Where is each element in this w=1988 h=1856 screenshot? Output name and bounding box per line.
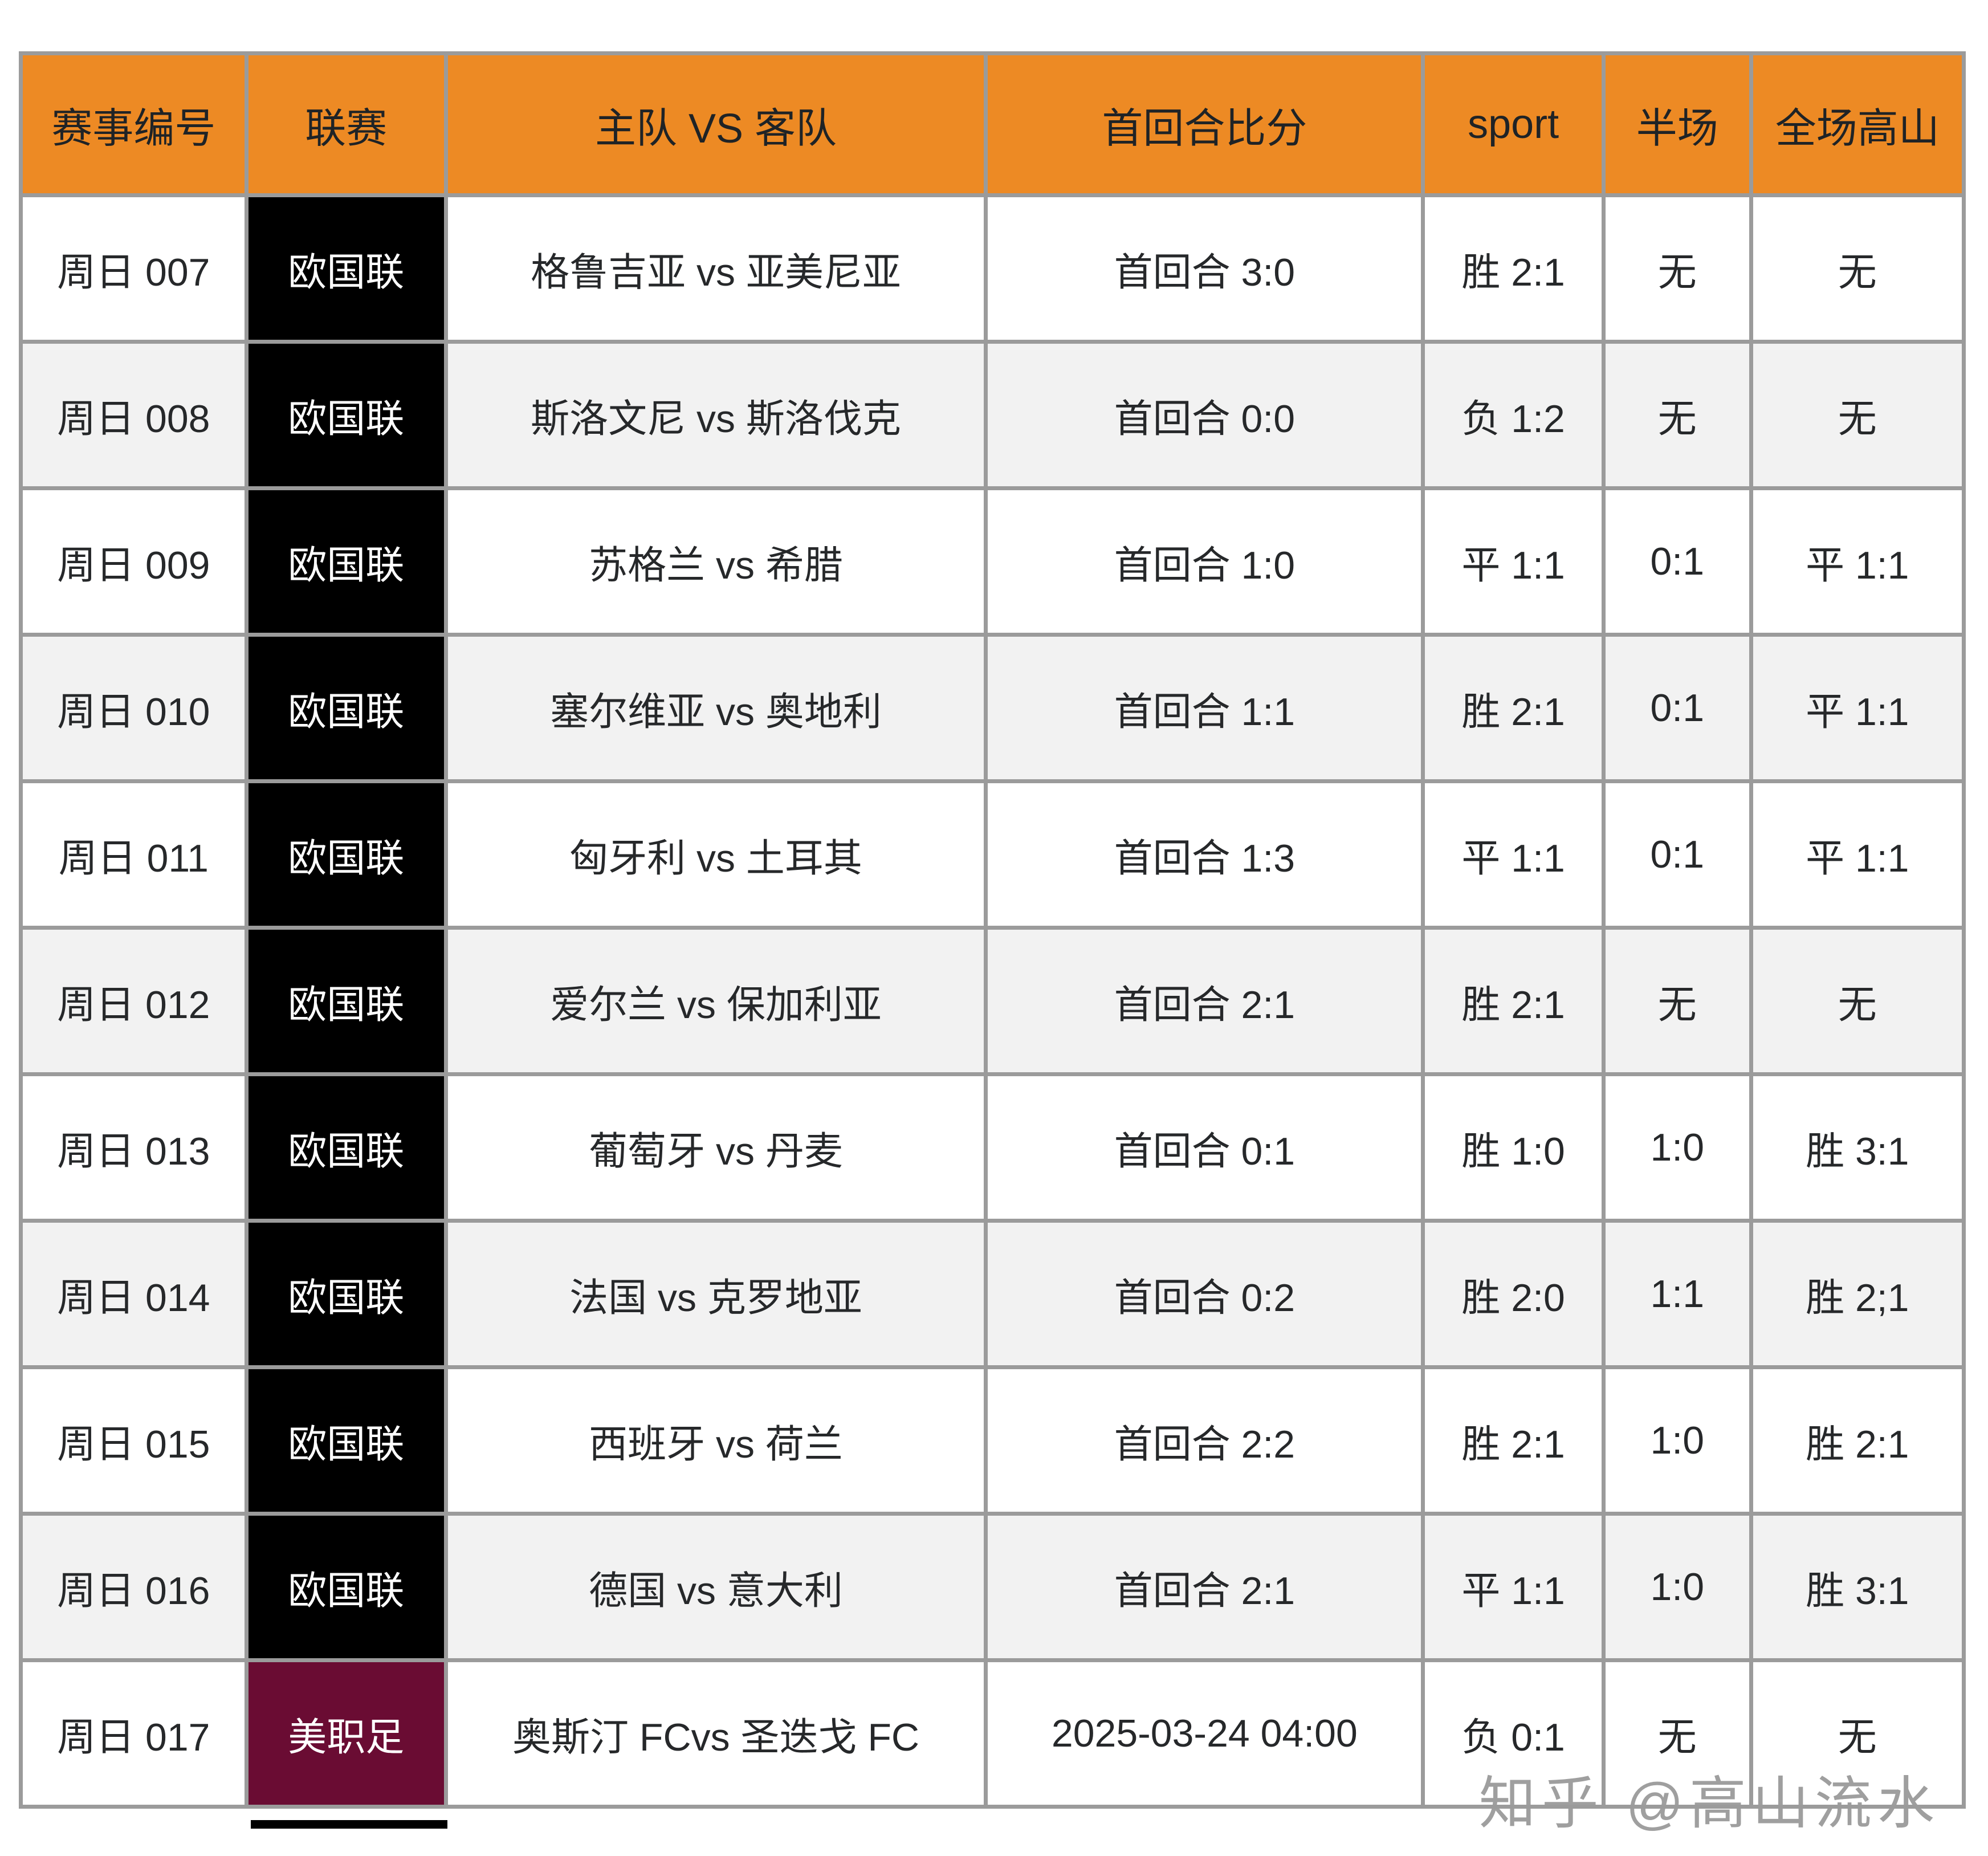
- table-row: 周日 014 欧国联 法国 vs 克罗地亚 首回合 0:2 胜 2:0 1:1 …: [19, 1219, 1966, 1369]
- sport-cell: 平 1:1: [1421, 486, 1606, 637]
- page: 赛事编号 联赛 主队 VS 客队 首回合比分 sport 半场 全场高山 周日 …: [0, 0, 1988, 1856]
- sport-cell: 胜 2:1: [1421, 633, 1606, 783]
- sport-cell: 胜 1:0: [1421, 1072, 1606, 1223]
- half-cell: 无: [1601, 926, 1753, 1076]
- match-results-table: 赛事编号 联赛 主队 VS 客队 首回合比分 sport 半场 全场高山 周日 …: [19, 51, 1966, 1809]
- sport-cell: 胜 2:1: [1421, 926, 1606, 1076]
- league-badge: 欧国联: [244, 926, 448, 1076]
- table-row: 周日 009 欧国联 苏格兰 vs 希腊 首回合 1:0 平 1:1 0:1 平…: [19, 486, 1966, 637]
- league-badge: 欧国联: [244, 486, 448, 637]
- table-row: 周日 010 欧国联 塞尔维亚 vs 奥地利 首回合 1:1 胜 2:1 0:1…: [19, 633, 1966, 783]
- first-leg-cell: 首回合 3:0: [984, 193, 1425, 344]
- league-badge: 欧国联: [244, 193, 448, 344]
- match-id-cell: 周日 015: [19, 1365, 248, 1516]
- header-first-leg: 首回合比分: [984, 51, 1425, 197]
- match-id-cell: 周日 011: [19, 779, 248, 930]
- match-id-cell: 周日 014: [19, 1219, 248, 1369]
- full-cell: 无: [1749, 193, 1966, 344]
- half-cell: 无: [1601, 193, 1753, 344]
- league-badge: 欧国联: [244, 1512, 448, 1662]
- header-match-id: 赛事编号: [19, 51, 248, 197]
- match-id-cell: 周日 016: [19, 1512, 248, 1662]
- full-cell: 无: [1749, 340, 1966, 490]
- league-badge: 欧国联: [244, 633, 448, 783]
- half-cell: 0:1: [1601, 633, 1753, 783]
- teams-cell: 西班牙 vs 荷兰: [443, 1365, 988, 1516]
- teams-cell: 匈牙利 vs 土耳其: [443, 779, 988, 930]
- full-cell: 胜 3:1: [1749, 1512, 1966, 1662]
- full-cell: 平 1:1: [1749, 633, 1966, 783]
- match-id-cell: 周日 010: [19, 633, 248, 783]
- teams-cell: 苏格兰 vs 希腊: [443, 486, 988, 637]
- league-badge: 欧国联: [244, 779, 448, 930]
- teams-cell: 葡萄牙 vs 丹麦: [443, 1072, 988, 1223]
- match-id-cell: 周日 009: [19, 486, 248, 637]
- teams-cell: 德国 vs 意大利: [443, 1512, 988, 1662]
- first-leg-cell: 首回合 0:0: [984, 340, 1425, 490]
- table-row: 周日 008 欧国联 斯洛文尼 vs 斯洛伐克 首回合 0:0 负 1:2 无 …: [19, 340, 1966, 490]
- teams-cell: 奥斯汀 FCvs 圣迭戈 FC: [443, 1658, 988, 1809]
- first-leg-cell: 首回合 2:1: [984, 1512, 1425, 1662]
- half-cell: 1:1: [1601, 1219, 1753, 1369]
- full-cell: 平 1:1: [1749, 779, 1966, 930]
- sport-cell: 胜 2:0: [1421, 1219, 1606, 1369]
- teams-cell: 格鲁吉亚 vs 亚美尼亚: [443, 193, 988, 344]
- first-leg-cell: 首回合 0:1: [984, 1072, 1425, 1223]
- table-row: 周日 007 欧国联 格鲁吉亚 vs 亚美尼亚 首回合 3:0 胜 2:1 无 …: [19, 193, 1966, 344]
- first-leg-cell: 首回合 1:1: [984, 633, 1425, 783]
- first-leg-cell: 首回合 2:2: [984, 1365, 1425, 1516]
- header-sport: sport: [1421, 51, 1606, 197]
- full-cell: 胜 2:1: [1749, 1365, 1966, 1516]
- league-badge: 美职足: [244, 1658, 448, 1809]
- header-row: 赛事编号 联赛 主队 VS 客队 首回合比分 sport 半场 全场高山: [19, 51, 1966, 197]
- header-half: 半场: [1601, 51, 1753, 197]
- first-leg-cell: 首回合 2:1: [984, 926, 1425, 1076]
- header-league: 联赛: [244, 51, 448, 197]
- first-leg-cell: 首回合 1:0: [984, 486, 1425, 637]
- table-row: 周日 011 欧国联 匈牙利 vs 土耳其 首回合 1:3 平 1:1 0:1 …: [19, 779, 1966, 930]
- match-id-cell: 周日 008: [19, 340, 248, 490]
- first-leg-cell: 2025-03-24 04:00: [984, 1658, 1425, 1809]
- table-row: 周日 016 欧国联 德国 vs 意大利 首回合 2:1 平 1:1 1:0 胜…: [19, 1512, 1966, 1662]
- watermark: 知乎 @高山流水: [1478, 1772, 1940, 1835]
- header-full: 全场高山: [1749, 51, 1966, 197]
- league-badge: 欧国联: [244, 1365, 448, 1516]
- teams-cell: 法国 vs 克罗地亚: [443, 1219, 988, 1369]
- sport-cell: 胜 2:1: [1421, 193, 1606, 344]
- header-teams: 主队 VS 客队: [443, 51, 988, 197]
- sport-cell: 负 1:2: [1421, 340, 1606, 490]
- sport-cell: 平 1:1: [1421, 1512, 1606, 1662]
- first-leg-cell: 首回合 1:3: [984, 779, 1425, 930]
- sport-cell: 胜 2:1: [1421, 1365, 1606, 1516]
- match-id-cell: 周日 012: [19, 926, 248, 1076]
- first-leg-cell: 首回合 0:2: [984, 1219, 1425, 1369]
- half-cell: 1:0: [1601, 1072, 1753, 1223]
- half-cell: 无: [1601, 340, 1753, 490]
- match-id-cell: 周日 017: [19, 1658, 248, 1809]
- league-badge: 欧国联: [244, 340, 448, 490]
- sport-cell: 平 1:1: [1421, 779, 1606, 930]
- teams-cell: 爱尔兰 vs 保加利亚: [443, 926, 988, 1076]
- match-id-cell: 周日 013: [19, 1072, 248, 1223]
- league-badge: 欧国联: [244, 1219, 448, 1369]
- table-row: 周日 012 欧国联 爱尔兰 vs 保加利亚 首回合 2:1 胜 2:1 无 无: [19, 926, 1966, 1076]
- half-cell: 0:1: [1601, 486, 1753, 637]
- table-row: 周日 013 欧国联 葡萄牙 vs 丹麦 首回合 0:1 胜 1:0 1:0 胜…: [19, 1072, 1966, 1223]
- half-cell: 1:0: [1601, 1365, 1753, 1516]
- teams-cell: 塞尔维亚 vs 奥地利: [443, 633, 988, 783]
- league-badge: 欧国联: [244, 1072, 448, 1223]
- league-column-tail-strip: [251, 1820, 447, 1829]
- match-id-cell: 周日 007: [19, 193, 248, 344]
- teams-cell: 斯洛文尼 vs 斯洛伐克: [443, 340, 988, 490]
- half-cell: 0:1: [1601, 779, 1753, 930]
- table-row: 周日 015 欧国联 西班牙 vs 荷兰 首回合 2:2 胜 2:1 1:0 胜…: [19, 1365, 1966, 1516]
- full-cell: 平 1:1: [1749, 486, 1966, 637]
- full-cell: 胜 2;1: [1749, 1219, 1966, 1369]
- half-cell: 1:0: [1601, 1512, 1753, 1662]
- full-cell: 胜 3:1: [1749, 1072, 1966, 1223]
- full-cell: 无: [1749, 926, 1966, 1076]
